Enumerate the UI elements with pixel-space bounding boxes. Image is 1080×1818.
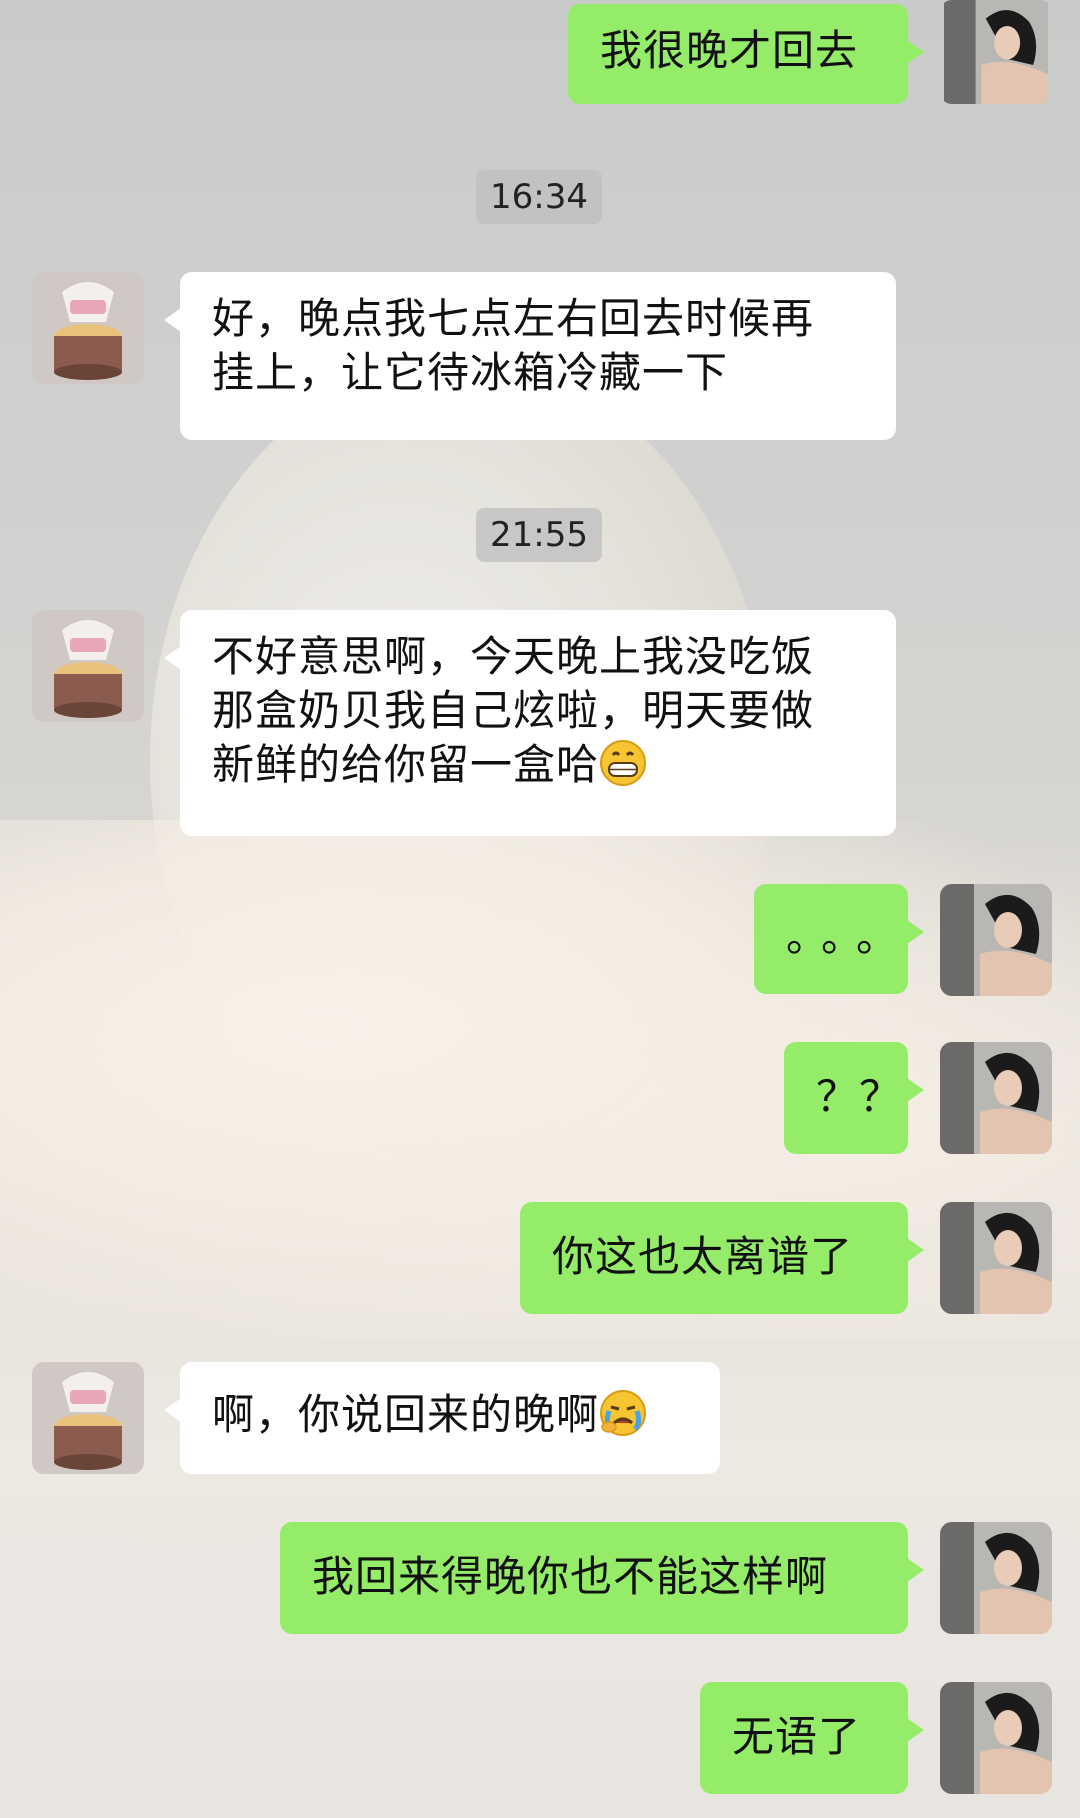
message-bubble-other[interactable]: 好，晚点我七点左右回去时候再 挂上，让它待冰箱冷藏一下 bbox=[164, 272, 896, 440]
woman-portrait-icon bbox=[944, 0, 1048, 104]
crying-face-icon bbox=[600, 1390, 647, 1436]
message-text: 你这也太离谱了 bbox=[552, 1232, 854, 1281]
cake-icon bbox=[32, 1362, 144, 1474]
timestamp: 21:55 bbox=[476, 508, 602, 562]
message-text: 我回来得晚你也不能这样啊 bbox=[312, 1552, 829, 1601]
woman-portrait-icon bbox=[940, 1042, 1052, 1154]
message-bubble-me[interactable]: 你这也太离谱了 bbox=[520, 1202, 924, 1314]
timestamp: 16:34 bbox=[476, 170, 602, 224]
message-text: 无语了 bbox=[732, 1712, 862, 1761]
message-text: ？？ bbox=[816, 1072, 903, 1121]
my-avatar[interactable] bbox=[940, 1682, 1052, 1794]
message-bubble-me[interactable]: 无语了 bbox=[700, 1682, 924, 1794]
woman-portrait-icon bbox=[940, 1202, 1052, 1314]
message-line: 那盒奶贝我自己炫啦，明天要做 bbox=[212, 686, 815, 735]
message-bubble-other[interactable]: 不好意思啊，今天晚上我没吃饭 那盒奶贝我自己炫啦，明天要做 新鲜的给你留一盒哈 bbox=[164, 610, 896, 836]
woman-portrait-icon bbox=[940, 1682, 1052, 1794]
message-line: 挂上，让它待冰箱冷藏一下 bbox=[212, 348, 729, 397]
my-avatar[interactable] bbox=[940, 884, 1052, 996]
message-text: 我很晚才回去 bbox=[600, 26, 859, 75]
my-avatar[interactable] bbox=[940, 1042, 1052, 1154]
message-line: 新鲜的给你留一盒哈 bbox=[212, 740, 600, 789]
my-avatar[interactable] bbox=[940, 1522, 1052, 1634]
message-bubble-me[interactable]: ？？ bbox=[784, 1042, 924, 1154]
message-text: 。。。 bbox=[786, 912, 913, 961]
message-bubble-me[interactable]: 我很晚才回去 bbox=[568, 4, 924, 104]
grinning-face-icon bbox=[600, 740, 647, 786]
contact-avatar[interactable] bbox=[32, 272, 144, 384]
woman-portrait-icon bbox=[940, 884, 1052, 996]
cake-icon bbox=[32, 610, 144, 722]
message-bubble-other[interactable]: 啊，你说回来的晚啊 bbox=[164, 1362, 720, 1474]
message-bubble-me[interactable]: 。。。 bbox=[754, 884, 924, 994]
message-line: 好，晚点我七点左右回去时候再 bbox=[212, 294, 815, 343]
my-avatar[interactable] bbox=[940, 0, 1052, 104]
my-avatar[interactable] bbox=[940, 1202, 1052, 1314]
contact-avatar[interactable] bbox=[32, 1362, 144, 1474]
message-bubble-me[interactable]: 我回来得晚你也不能这样啊 bbox=[280, 1522, 924, 1634]
contact-avatar[interactable] bbox=[32, 610, 144, 722]
message-line: 不好意思啊，今天晚上我没吃饭 bbox=[212, 632, 815, 681]
cake-icon bbox=[32, 272, 144, 384]
woman-portrait-icon bbox=[940, 1522, 1052, 1634]
message-text: 啊，你说回来的晚啊 bbox=[212, 1390, 600, 1439]
